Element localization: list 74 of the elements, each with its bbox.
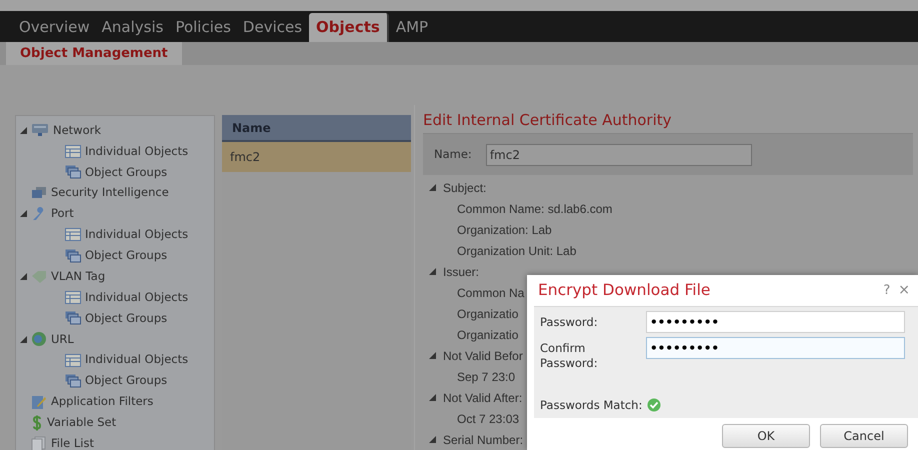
sidebar-item[interactable]: Application Filters	[51, 393, 154, 410]
table-row[interactable]: fmc2	[222, 142, 411, 172]
dollar-icon	[31, 414, 43, 431]
nav-tab[interactable]: AMP	[390, 13, 434, 42]
stacked-windows-icon	[65, 374, 81, 388]
section-label: Not Valid Befor	[443, 348, 523, 364]
table-icon	[65, 228, 81, 242]
detail-text: Common Name: sd.lab6.com	[457, 200, 612, 218]
detail-text: Sep 7 23:0	[457, 368, 516, 386]
tag-icon	[31, 270, 47, 284]
sidebar-item[interactable]: Object Groups	[85, 310, 168, 327]
column-header: Name	[222, 115, 411, 142]
globe-icon	[31, 331, 47, 348]
pencil-document-icon	[31, 394, 47, 410]
nav-tab[interactable]: Analysis	[96, 13, 168, 42]
stacked-screens-icon	[31, 186, 47, 200]
stacked-windows-icon	[65, 165, 81, 180]
close-button[interactable]: ×	[898, 280, 910, 301]
table-icon	[65, 144, 81, 158]
expanded-triangle-icon[interactable]	[20, 126, 27, 134]
expanded-triangle-icon[interactable]	[20, 210, 27, 218]
nav-tab[interactable]: Devices	[238, 13, 308, 42]
sidebar-item[interactable]: Port	[51, 205, 74, 223]
sidebar-item[interactable]: Individual Objects	[85, 288, 188, 306]
editor-title: Edit Internal Certificate Authority	[423, 110, 673, 131]
expanded-triangle-icon[interactable]	[429, 184, 436, 191]
sub-nav-tab[interactable]: Object Management	[6, 42, 182, 65]
match-label: Passwords Match:	[540, 396, 642, 414]
password-field[interactable]: •••••••••	[646, 337, 905, 359]
detail-text: Organizatio	[457, 326, 518, 344]
table-icon	[65, 354, 81, 367]
name-field[interactable]: fmc2	[486, 144, 752, 166]
section-label: Issuer:	[443, 264, 480, 280]
sidebar-item[interactable]: Object Groups	[85, 164, 168, 181]
sidebar-item[interactable]: Security Intelligence	[51, 184, 169, 202]
sidebar-item[interactable]: Individual Objects	[85, 226, 188, 244]
sidebar-item[interactable]: Object Groups	[85, 247, 168, 264]
dialog-title: Encrypt Download File	[538, 280, 712, 301]
sidebar-item[interactable]: Object Groups	[85, 372, 168, 390]
expanded-triangle-icon[interactable]	[20, 273, 27, 280]
cancel-button[interactable]: Cancel	[820, 424, 908, 448]
detail-text: Oct 7 23:03	[457, 410, 520, 428]
sidebar-item[interactable]: Individual Objects	[85, 351, 188, 369]
expanded-triangle-icon[interactable]	[429, 394, 436, 401]
server-icon	[31, 123, 49, 138]
detail-text: Organization Unit: Lab	[457, 242, 576, 260]
sidebar-item[interactable]: URL	[51, 330, 74, 348]
expanded-triangle-icon[interactable]	[429, 352, 436, 359]
help-button[interactable]: ?	[883, 280, 890, 300]
field-label: Password:	[540, 314, 599, 330]
detail-text: Common Na	[457, 284, 524, 302]
sidebar-item[interactable]: Variable Set	[47, 414, 116, 432]
section-label: Subject:	[443, 180, 486, 196]
table-icon	[65, 290, 81, 304]
nav-tab[interactable]: Overview	[14, 13, 95, 42]
section-label: Serial Number:	[443, 432, 524, 448]
stacked-windows-icon	[65, 311, 81, 326]
name-label: Name:	[434, 146, 472, 163]
stacked-windows-icon	[65, 248, 81, 263]
detail-text: Organizatio	[457, 306, 518, 322]
ok-button[interactable]: OK	[722, 424, 810, 448]
detail-text: Organization: Lab	[457, 222, 552, 238]
sidebar-item[interactable]: VLAN Tag	[51, 268, 106, 286]
expanded-triangle-icon[interactable]	[429, 436, 436, 443]
nav-tab[interactable]: Objects	[309, 13, 389, 42]
nav-tab[interactable]: Policies	[170, 13, 236, 42]
password-field[interactable]: •••••••••	[646, 311, 905, 333]
expanded-triangle-icon[interactable]	[429, 268, 436, 275]
sidebar-item[interactable]: Individual Objects	[85, 142, 188, 160]
section-label: Not Valid After:	[443, 390, 522, 406]
field-label: Confirm Password:	[540, 340, 599, 371]
expanded-triangle-icon[interactable]	[20, 336, 27, 343]
sidebar-item[interactable]: File List	[51, 434, 94, 450]
sidebar-item[interactable]: Network	[53, 122, 102, 140]
